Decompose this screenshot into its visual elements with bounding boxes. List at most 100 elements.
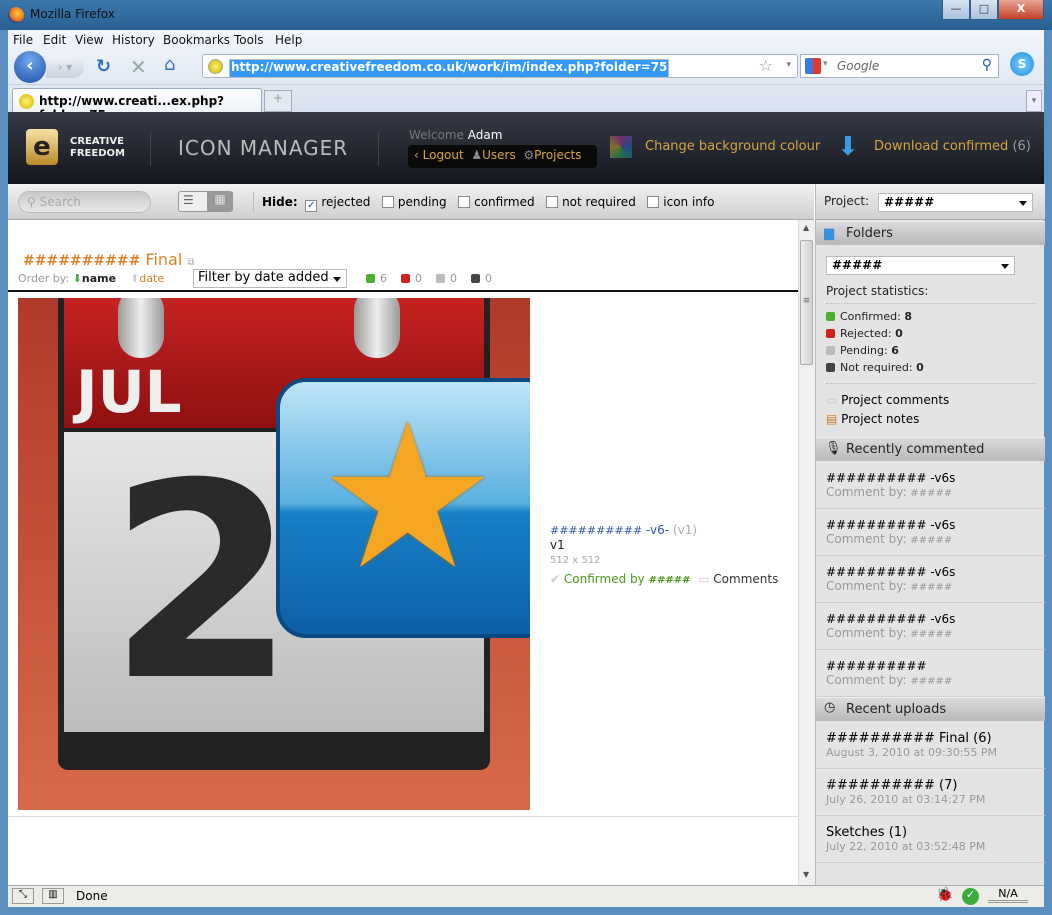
change-background-link[interactable]: Change background colour xyxy=(645,139,820,154)
status-bar: ⤡ ▥ Done 🐞 ✓ N/A xyxy=(8,885,1044,907)
url-dropdown-icon[interactable]: ▾ xyxy=(786,60,791,70)
resize-tool-icon[interactable]: ⤡ xyxy=(12,888,34,904)
recent-comment-item[interactable]: ########## -v6s Comment by: ##### xyxy=(816,462,1045,509)
folder-select[interactable]: ##### xyxy=(826,256,1015,275)
projects-link[interactable]: ⚙Projects xyxy=(523,148,581,162)
menu-history[interactable]: History xyxy=(112,33,155,47)
project-notes-link[interactable]: ▤ Project notes xyxy=(826,410,949,429)
menu-tools[interactable]: Tools xyxy=(234,33,264,47)
hide-filters: Hide: ✓ rejected pending confirmed not re… xyxy=(262,195,714,212)
recent-upload-item[interactable]: ########## (7) July 26, 2010 at 03:14:27 … xyxy=(816,769,1045,816)
menu-view[interactable]: View xyxy=(75,33,103,47)
chart-icon[interactable]: ▥ xyxy=(42,888,64,904)
logo-icon: e xyxy=(26,129,58,165)
logout-link[interactable]: ‹ Logout xyxy=(414,148,464,162)
site-identity-icon[interactable] xyxy=(208,59,223,74)
search-input[interactable]: ⚲ Search xyxy=(18,191,151,213)
hide-confirmed-checkbox[interactable]: confirmed xyxy=(458,195,535,209)
recent-upload-item[interactable]: Sketches (1) July 22, 2010 at 03:52:48 PM xyxy=(816,816,1045,863)
download-icon[interactable]: ⬇ xyxy=(837,134,863,162)
folder-icon: ▆ xyxy=(824,226,834,241)
welcome-text: Welcome Adam xyxy=(409,128,502,142)
scroll-up-icon: ▲ xyxy=(803,223,810,232)
maximize-button[interactable]: □ xyxy=(970,0,998,20)
bookmark-star-icon[interactable]: ☆ xyxy=(759,56,773,75)
comment-icon-name: ########## -v6s xyxy=(826,612,956,626)
minimize-button[interactable]: — xyxy=(942,0,970,20)
logo-line2: FREEDOM xyxy=(70,148,125,159)
skype-icon[interactable]: S xyxy=(1010,52,1034,76)
back-button[interactable]: ‹ xyxy=(14,51,46,83)
url-bar[interactable]: http://www.creativefreedom.co.uk/work/im… xyxy=(202,54,798,78)
home-icon[interactable]: ⌂ xyxy=(164,54,175,75)
tab-list-button[interactable]: ▾ xyxy=(1026,90,1042,112)
folders-header: ▆ Folders xyxy=(816,221,1045,245)
scroll-down-icon: ▼ xyxy=(803,870,810,879)
list-view-icon[interactable]: ☰ xyxy=(183,193,194,207)
recent-comment-item[interactable]: ########## -v6s Comment by: ##### xyxy=(816,603,1045,650)
download-confirmed-link[interactable]: Download confirmed (6) xyxy=(874,139,1031,154)
star-icon: ★ xyxy=(318,381,498,614)
order-date-link[interactable]: date xyxy=(139,272,164,285)
menu-edit[interactable]: Edit xyxy=(43,33,66,47)
external-link-icon[interactable]: ⧉ xyxy=(187,257,194,268)
microphone-icon: 🎙 xyxy=(825,441,842,456)
comment-by-label: Comment by: xyxy=(826,579,907,593)
folder-title: ########## Final ⧉ xyxy=(23,250,195,269)
search-placeholder[interactable]: Google xyxy=(837,59,879,73)
tab-current[interactable]: http://www.creati...ex.php?folder=75 xyxy=(12,88,262,122)
vertical-scrollbar[interactable]: ▲ ≡ ▼ xyxy=(798,220,815,885)
filter-toolbar: ⚲ Search ☰ ▦ Hide: ✓ rejected pending con… xyxy=(8,184,814,220)
sort-up-icon: ⬆ xyxy=(130,272,140,285)
menu-help[interactable]: Help xyxy=(275,33,302,47)
menu-bookmarks[interactable]: Bookmarks xyxy=(163,33,230,47)
engine-dropdown-icon[interactable]: ▾ xyxy=(823,59,828,69)
stats-title: Project statistics: xyxy=(826,284,1036,304)
users-link[interactable]: ♟Users xyxy=(471,148,515,162)
comment-user: ##### xyxy=(910,676,953,687)
firebug-icon[interactable]: 🐞 xyxy=(936,887,953,903)
recent-upload-item[interactable]: ########## Final (6) August 3, 2010 at 09… xyxy=(816,722,1045,769)
project-selector: Project: ##### xyxy=(816,184,1045,220)
hide-rejected-checkbox[interactable]: ✓ rejected xyxy=(305,195,370,212)
hide-not-required-checkbox[interactable]: not required xyxy=(546,195,636,209)
forward-button[interactable]: › ▾ xyxy=(46,56,84,78)
recent-comment-item[interactable]: ########## -v6s Comment by: ##### xyxy=(816,556,1045,603)
close-button[interactable]: X xyxy=(998,0,1044,20)
upload-name: ########## Final (6) xyxy=(826,731,992,746)
icon-info: ########## -v6- (v1) v1 512 x 512 ✔ Conf… xyxy=(550,523,778,588)
icon-preview-image[interactable]: JUL 2 ★ xyxy=(18,298,530,810)
new-tab-button[interactable]: + xyxy=(264,90,292,112)
stop-icon[interactable]: ✕ xyxy=(130,55,147,79)
order-name-link[interactable]: name xyxy=(82,272,116,285)
stat-confirmed: Confirmed: 8 xyxy=(826,308,924,325)
project-select[interactable]: ##### xyxy=(878,193,1033,212)
status-na: N/A xyxy=(988,887,1028,903)
sort-down-icon: ⬇ xyxy=(72,272,82,285)
reload-icon[interactable]: ↻ xyxy=(96,56,111,77)
hide-pending-checkbox[interactable]: pending xyxy=(381,195,447,209)
icon-info-checkbox[interactable]: icon info xyxy=(647,195,714,209)
user-name: Adam xyxy=(467,128,503,142)
icon-name-link[interactable]: ########## -v6- (v1) xyxy=(550,523,778,538)
filter-select[interactable]: Filter by date added xyxy=(193,269,347,288)
recent-comment-item[interactable]: ########## -v6s Comment by: ##### xyxy=(816,509,1045,556)
comment-icon-name: ########## -v6s xyxy=(826,471,956,485)
project-comments-link[interactable]: ▭ Project comments xyxy=(826,391,949,410)
search-box[interactable]: ▾ Google ⚲ xyxy=(800,54,999,78)
menu-file[interactable]: File xyxy=(13,33,33,47)
scroll-thumb[interactable]: ≡ xyxy=(800,240,813,365)
grid-view-icon[interactable]: ▦ xyxy=(207,192,233,211)
search-icon[interactable]: ⚲ xyxy=(982,57,992,73)
recent-comment-item[interactable]: ########## Comment by: ##### xyxy=(816,650,1045,697)
comments-link[interactable]: Comments xyxy=(713,572,778,586)
stat-rejected: Rejected: 0 xyxy=(826,325,924,342)
url-text[interactable]: http://www.creativefreedom.co.uk/work/im… xyxy=(229,59,670,78)
window-title: Mozilla Firefox xyxy=(30,7,115,21)
google-icon[interactable] xyxy=(805,58,821,74)
palette-icon[interactable] xyxy=(610,136,632,158)
check-status-icon[interactable]: ✓ xyxy=(962,888,979,905)
recent-uploads-header: ◷ Recent uploads xyxy=(816,697,1045,721)
app-title: ICON MANAGER xyxy=(178,136,349,160)
logo-text[interactable]: CREATIVE FREEDOM xyxy=(70,136,125,160)
